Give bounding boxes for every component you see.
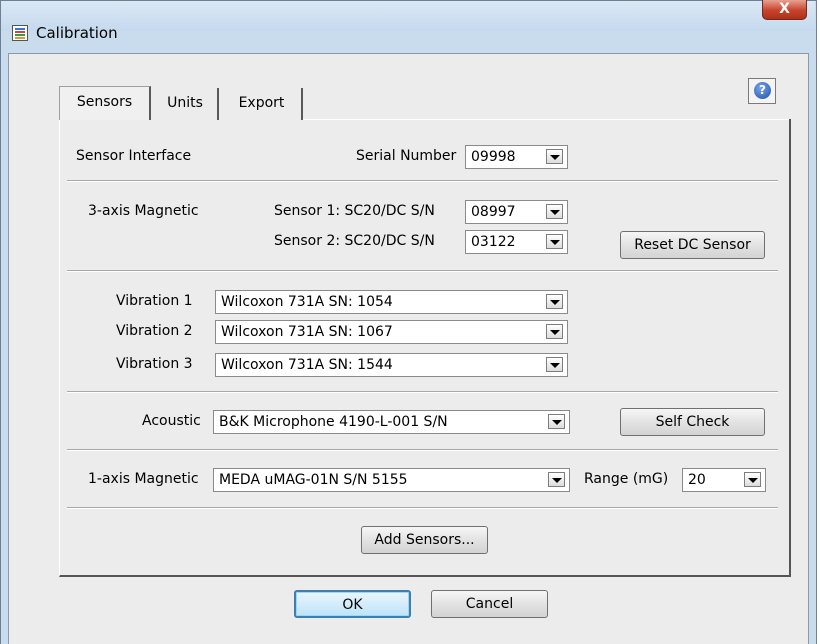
help-icon: ? <box>754 82 771 99</box>
1axis-magnetic-value: MEDA uMAG-01N S/N 5155 <box>219 472 408 488</box>
tab-units[interactable]: Units <box>153 88 219 120</box>
close-icon: X <box>779 1 790 17</box>
acoustic-label: Acoustic <box>142 413 201 429</box>
range-value: 20 <box>688 472 706 488</box>
close-button[interactable]: X <box>762 0 807 20</box>
self-check-button[interactable]: Self Check <box>620 408 765 436</box>
serial-number-value: 09998 <box>471 149 516 165</box>
chevron-down-icon[interactable] <box>546 149 563 164</box>
chevron-down-icon[interactable] <box>546 234 563 249</box>
acoustic-combo[interactable]: B&K Microphone 4190-L-001 S/N <box>213 410 570 434</box>
sensor2-combo[interactable]: 03122 <box>465 230 568 254</box>
chevron-down-icon[interactable] <box>546 204 563 219</box>
chevron-down-icon[interactable] <box>546 324 563 339</box>
3axis-magnetic-label: 3-axis Magnetic <box>88 203 199 219</box>
add-sensors-button[interactable]: Add Sensors... <box>361 526 488 554</box>
chevron-down-icon[interactable] <box>546 357 563 372</box>
divider <box>67 507 778 509</box>
1axis-magnetic-combo[interactable]: MEDA uMAG-01N S/N 5155 <box>213 468 570 492</box>
help-button[interactable]: ? <box>748 78 776 104</box>
vibration3-label: Vibration 3 <box>116 356 193 372</box>
chevron-down-icon[interactable] <box>548 472 565 487</box>
divider <box>67 180 778 182</box>
cancel-button[interactable]: Cancel <box>431 590 548 618</box>
divider <box>67 449 778 451</box>
sensor2-value: 03122 <box>471 234 516 250</box>
vibration1-value: Wilcoxon 731A SN: 1054 <box>221 294 393 310</box>
divider <box>67 391 778 393</box>
title-bar[interactable] <box>1 1 815 31</box>
ok-button[interactable]: OK <box>294 590 411 618</box>
vibration2-label: Vibration 2 <box>116 323 193 339</box>
sensor1-combo[interactable]: 08997 <box>465 200 568 224</box>
sensor1-value: 08997 <box>471 204 516 220</box>
range-label: Range (mG) <box>584 471 669 487</box>
chevron-down-icon[interactable] <box>546 294 563 309</box>
tab-sensors[interactable]: Sensors <box>59 86 151 120</box>
1axis-magnetic-label: 1-axis Magnetic <box>88 471 199 487</box>
app-icon <box>12 25 28 41</box>
vibration2-combo[interactable]: Wilcoxon 731A SN: 1067 <box>215 320 568 344</box>
vibration1-combo[interactable]: Wilcoxon 731A SN: 1054 <box>215 290 568 314</box>
vibration1-label: Vibration 1 <box>116 293 193 309</box>
tab-export[interactable]: Export <box>222 88 303 120</box>
vibration3-value: Wilcoxon 731A SN: 1544 <box>221 357 393 373</box>
chevron-down-icon[interactable] <box>548 414 565 429</box>
serial-number-label: Serial Number <box>356 148 457 164</box>
divider <box>67 270 778 272</box>
panel-top-border <box>303 119 789 120</box>
sensor1-label: Sensor 1: SC20/DC S/N <box>274 203 435 219</box>
range-combo[interactable]: 20 <box>682 468 766 492</box>
window-title: Calibration <box>36 24 118 42</box>
reset-dc-sensor-button[interactable]: Reset DC Sensor <box>620 231 765 259</box>
acoustic-value: B&K Microphone 4190-L-001 S/N <box>219 414 448 430</box>
sensor2-label: Sensor 2: SC20/DC S/N <box>274 233 435 249</box>
sensor-interface-label: Sensor Interface <box>76 148 192 164</box>
serial-number-combo[interactable]: 09998 <box>465 145 568 169</box>
vibration3-combo[interactable]: Wilcoxon 731A SN: 1544 <box>215 353 568 377</box>
vibration2-value: Wilcoxon 731A SN: 1067 <box>221 324 393 340</box>
chevron-down-icon[interactable] <box>744 472 761 487</box>
